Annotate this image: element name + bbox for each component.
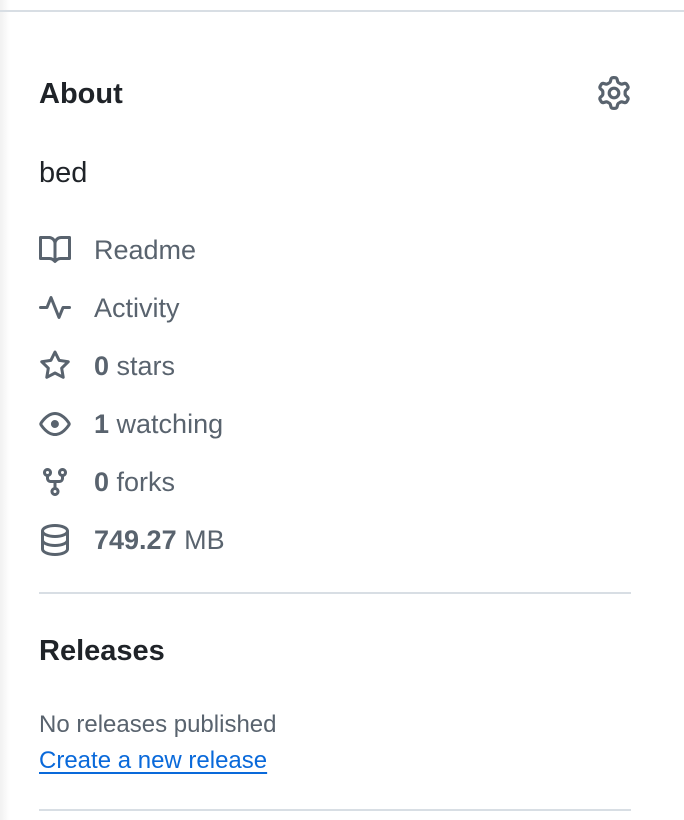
top-divider [0, 10, 684, 12]
stars-label: 0 stars [94, 351, 176, 381]
left-edge-shadow [0, 0, 10, 820]
activity-label: Activity [94, 293, 180, 323]
about-title: About [39, 78, 123, 110]
activity-link[interactable]: Activity [39, 286, 631, 344]
repo-size: 749.27 MB [39, 518, 631, 576]
about-meta-list: Readme Activity 0 stars 1 watching 0 for… [39, 228, 631, 576]
section-divider [39, 592, 631, 594]
eye-icon [39, 408, 71, 440]
releases-title: Releases [39, 635, 165, 667]
repo-size-label: 749.27 MB [94, 525, 225, 555]
section-divider-bottom [39, 809, 631, 811]
stars-link[interactable]: 0 stars [39, 344, 631, 402]
readme-label: Readme [94, 235, 197, 265]
readme-link[interactable]: Readme [39, 228, 631, 286]
repo-forked-icon [39, 466, 71, 498]
create-release-link[interactable]: Create a new release [39, 745, 267, 777]
repo-description: bed [39, 157, 88, 189]
watching-label: 1 watching [94, 409, 224, 439]
gear-icon[interactable] [597, 76, 631, 110]
forks-label: 0 forks [94, 467, 176, 497]
watching-link[interactable]: 1 watching [39, 402, 631, 460]
star-icon [39, 350, 71, 382]
book-icon [39, 234, 71, 266]
about-header: About [39, 74, 631, 114]
repo-sidebar: About bed Readme Activity 0 stars 1 watc… [0, 0, 684, 820]
database-icon [39, 524, 71, 556]
pulse-icon [39, 292, 71, 324]
forks-link[interactable]: 0 forks [39, 460, 631, 518]
no-releases-text: No releases published [39, 711, 277, 738]
